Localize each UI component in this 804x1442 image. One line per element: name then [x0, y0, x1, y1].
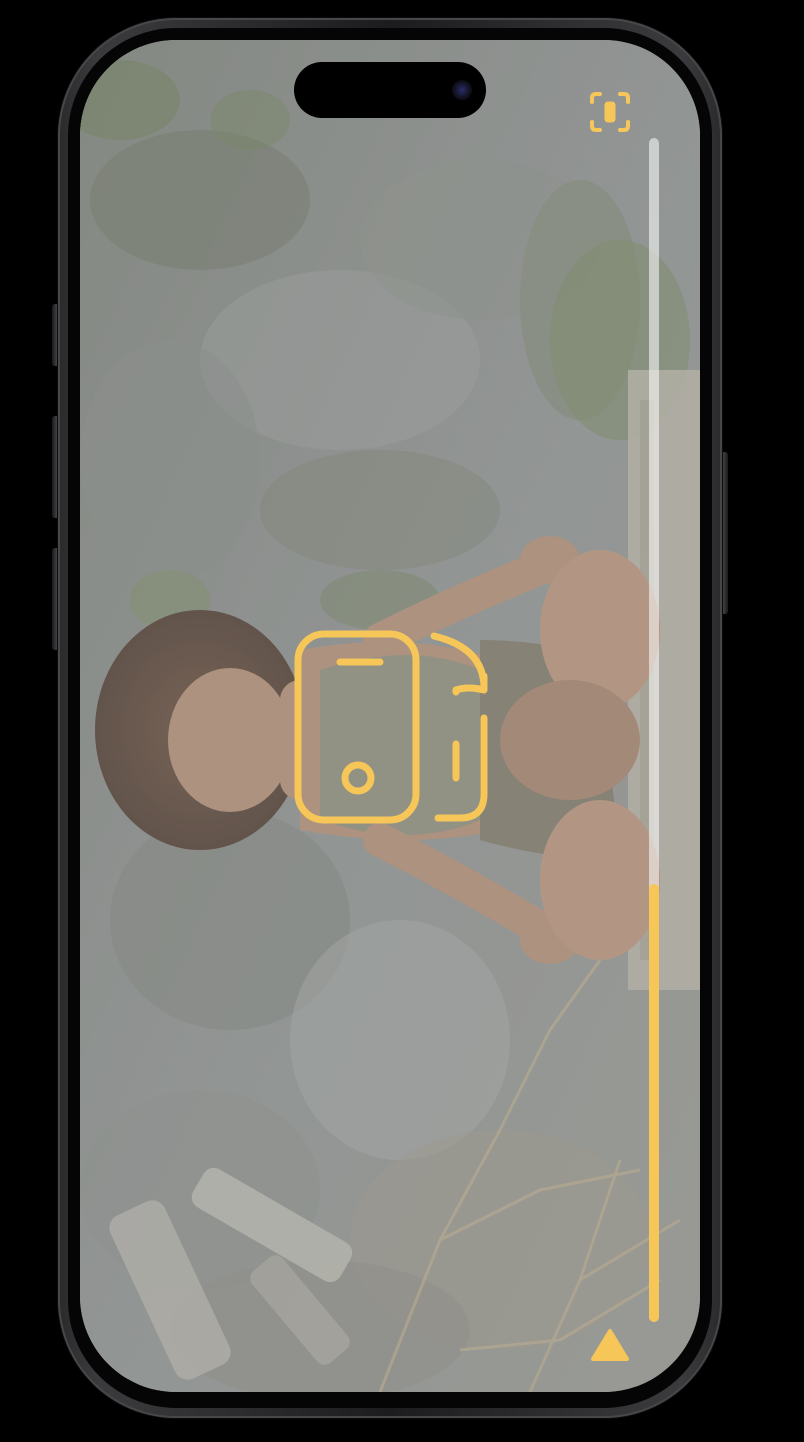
rotate-device-glyph: [294, 630, 488, 824]
power-button: [722, 452, 728, 614]
viewfinder-glyph: [590, 92, 630, 132]
scrubber-thumb-glyph: [591, 1329, 629, 1361]
rotate-device-icon[interactable]: [290, 628, 490, 828]
scrubber-fill: [649, 883, 659, 1322]
stage: [0, 0, 804, 1442]
viewfinder-portrait-icon[interactable]: [588, 90, 632, 134]
screen: [80, 40, 700, 1392]
dynamic-island: [294, 62, 486, 118]
front-camera: [452, 80, 472, 100]
triangle-up-icon[interactable]: [590, 1328, 630, 1362]
scrubber-track[interactable]: [649, 138, 659, 1322]
